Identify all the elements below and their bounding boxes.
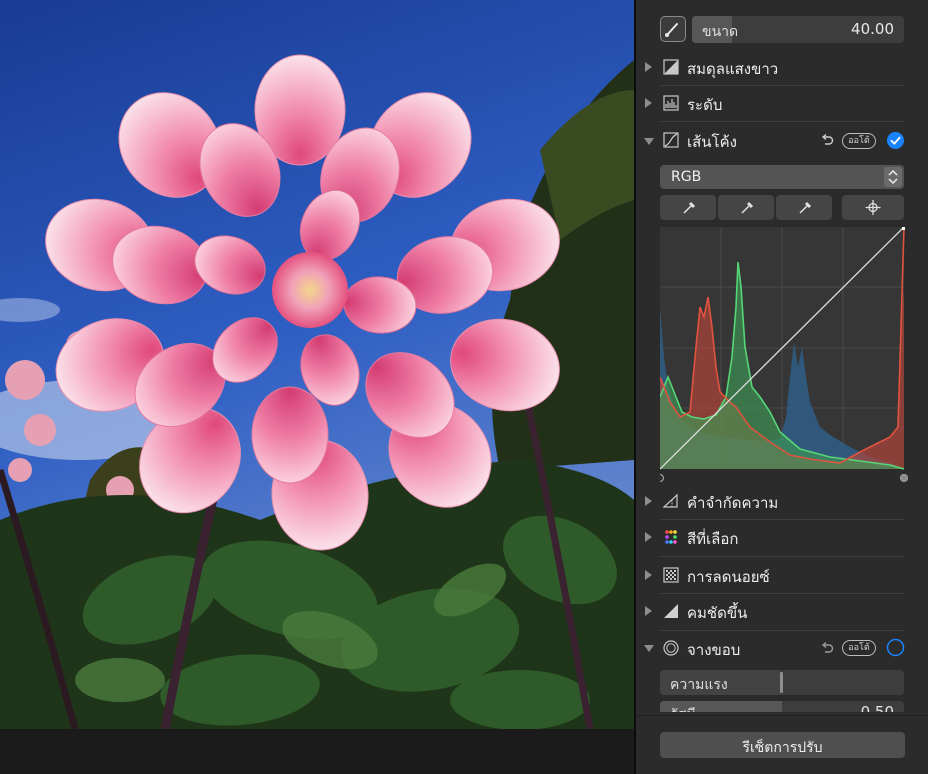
reset-adjustments-button[interactable]: รีเซ็ตการปรับ — [660, 732, 905, 758]
add-point-button[interactable] — [842, 195, 904, 220]
brush-icon — [665, 23, 678, 37]
brush-tool-button[interactable] — [660, 16, 686, 42]
vignette-radius-label: รัศมี — [670, 704, 696, 712]
definition-disclosure-icon[interactable] — [645, 496, 652, 506]
white-balance-disclosure-icon[interactable] — [645, 62, 652, 72]
levels-label[interactable]: ระดับ — [687, 93, 722, 117]
vignette-intensity-slider[interactable]: ความแรง — [660, 670, 904, 695]
curves-enabled-checkbox[interactable] — [886, 131, 905, 150]
black-point-eyedropper-button[interactable] — [660, 195, 716, 220]
noise-reduction-icon — [663, 567, 679, 583]
reset-adjustments-label: รีเซ็ตการปรับ — [742, 740, 823, 756]
curves-icon — [663, 132, 679, 148]
select-stepper-icon — [884, 167, 902, 187]
vignette-icon — [663, 640, 679, 656]
levels-icon — [663, 95, 679, 111]
panel-footer-divider — [636, 715, 928, 716]
curves-histogram[interactable] — [660, 227, 908, 487]
photo-bottom-bar — [0, 729, 634, 774]
sharpen-label[interactable]: คมชัดขึ้น — [687, 601, 747, 625]
curves-label[interactable]: เส้นโค้ง — [687, 130, 737, 154]
crosshair-icon — [865, 200, 881, 215]
vignette-disclosure-icon[interactable] — [644, 645, 654, 652]
selective-color-icon — [665, 530, 677, 544]
vignette-intensity-label: ความแรง — [670, 677, 728, 693]
white-balance-icon — [663, 59, 679, 75]
curves-channel-value: RGB — [671, 169, 702, 185]
levels-disclosure-icon[interactable] — [645, 98, 652, 108]
size-slider[interactable]: ขนาด 40.00 — [692, 16, 904, 43]
adjust-panel: ขนาด 40.00 สมดุลแสงขาว ระดับ เส้นโค้ง ออ… — [636, 0, 928, 774]
vignette-enabled-checkbox[interactable] — [886, 638, 905, 657]
vignette-undo-icon[interactable] — [820, 641, 834, 655]
noise-reduction-label[interactable]: การลดนอยซ์ — [687, 565, 770, 589]
sharpen-disclosure-icon[interactable] — [645, 606, 652, 616]
eyedropper-icon — [799, 201, 812, 214]
vignette-radius-slider[interactable]: รัศมี 0.50 — [660, 701, 904, 712]
white-balance-label[interactable]: สมดุลแสงขาว — [687, 57, 778, 81]
curves-auto-button[interactable]: ออโต้ — [842, 133, 876, 149]
size-slider-label: ขนาด — [702, 24, 739, 40]
slider-handle[interactable] — [780, 672, 783, 693]
curves-undo-icon[interactable] — [820, 133, 834, 147]
curves-disclosure-icon[interactable] — [644, 138, 654, 145]
white-point-eyedropper-button[interactable] — [776, 195, 832, 220]
noise-reduction-disclosure-icon[interactable] — [645, 570, 652, 580]
dahlia-photo — [0, 0, 634, 729]
vignette-label[interactable]: จางขอบ — [687, 638, 740, 662]
sharpen-icon — [664, 604, 678, 618]
vignette-auto-button[interactable]: ออโต้ — [842, 640, 876, 656]
size-slider-value: 40.00 — [851, 20, 894, 38]
photo-canvas[interactable] — [0, 0, 634, 729]
definition-icon — [663, 493, 678, 508]
midtone-eyedropper-button[interactable] — [718, 195, 774, 220]
eyedropper-icon — [741, 201, 754, 214]
curves-channel-select[interactable]: RGB — [660, 165, 904, 189]
definition-label[interactable]: คำจำกัดความ — [687, 491, 778, 515]
selective-color-disclosure-icon[interactable] — [645, 532, 652, 542]
eyedropper-icon — [683, 201, 696, 214]
selective-color-label[interactable]: สีที่เลือก — [687, 527, 738, 551]
white-point-handle — [899, 473, 908, 483]
vignette-radius-clip: รัศมี 0.50 — [660, 700, 904, 712]
vignette-radius-value: 0.50 — [860, 703, 894, 712]
black-point-handle — [660, 473, 665, 483]
